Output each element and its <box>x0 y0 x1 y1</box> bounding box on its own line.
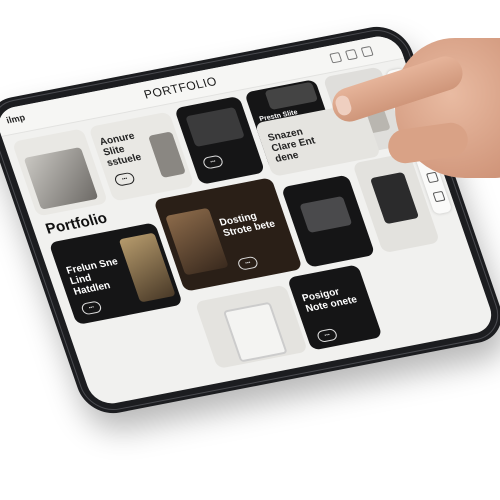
search-icon[interactable] <box>329 51 343 64</box>
settings-icon[interactable] <box>360 45 374 58</box>
room-photo <box>185 106 245 148</box>
person-photo <box>23 147 99 210</box>
page-title: PORTFOLIO <box>142 74 219 102</box>
card-button[interactable]: ••• <box>236 255 260 271</box>
person-photo <box>369 171 420 225</box>
share-icon[interactable] <box>344 48 359 61</box>
card-photo-4[interactable] <box>194 284 309 369</box>
card-button[interactable]: ••• <box>315 327 339 343</box>
room-photo <box>299 195 353 233</box>
card-title: Posigor Note onete <box>300 286 359 315</box>
tool-icon[interactable] <box>425 171 440 184</box>
photo-stage: ilmp PORTFOLIO Aonure Slite sstuele ••• … <box>0 0 500 500</box>
card-title: Frelun Sne Lind Hatdlen <box>65 256 120 298</box>
card-button[interactable]: ••• <box>201 154 225 170</box>
framed-photo <box>222 301 288 363</box>
card-title: Aonure Slite sstuele <box>98 130 143 169</box>
fingernail <box>333 93 354 118</box>
card-3[interactable]: Dosting Strote bete ••• <box>153 177 303 292</box>
card-button[interactable]: ••• <box>80 300 104 316</box>
card-title: Dosting Strote bete <box>218 210 277 240</box>
person-photo <box>147 131 187 178</box>
tool-icon[interactable] <box>432 190 446 203</box>
brand-label[interactable]: ilmp <box>5 112 26 125</box>
card-button[interactable]: ••• <box>113 171 137 187</box>
card-4[interactable]: Frelun Sne Lind Hatdlen ••• <box>48 222 183 325</box>
card-title: Snazen Clare Ent dene <box>266 126 317 165</box>
card-1[interactable]: Aonure Slite sstuele ••• <box>88 111 195 202</box>
